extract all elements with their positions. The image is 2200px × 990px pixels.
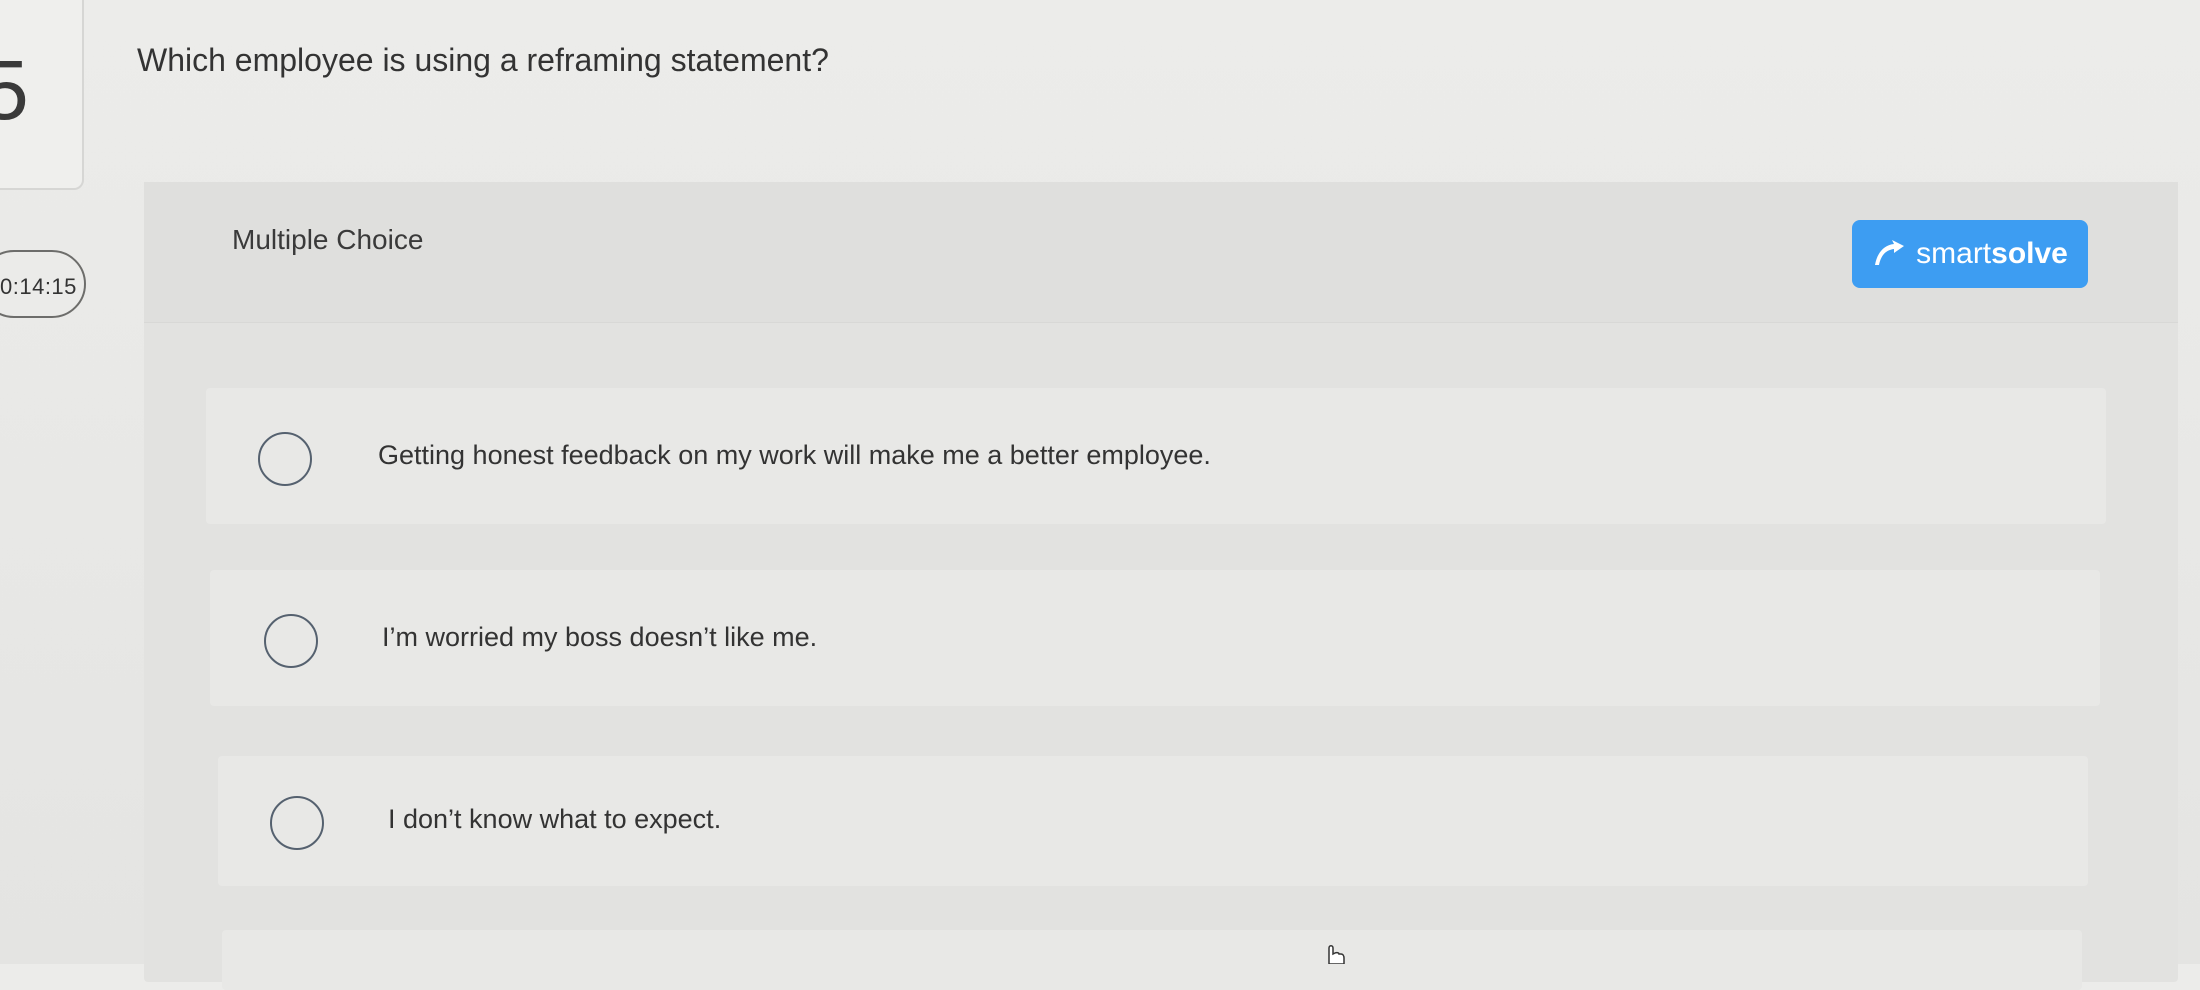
question-number: 5 xyxy=(0,43,29,137)
answer-option-text: I don’t know what to expect. xyxy=(388,804,722,834)
radio-button-icon[interactable] xyxy=(264,614,318,668)
answer-panel-header: Multiple Choice smart solve xyxy=(144,182,2178,323)
smartsolve-button[interactable]: smart solve xyxy=(1852,220,2088,288)
question-type-label: Multiple Choice xyxy=(232,224,424,255)
answer-option-text: Getting honest feedback on my work will … xyxy=(378,440,1211,470)
radio-button-icon[interactable] xyxy=(258,432,312,486)
timer-value: 0:14:15 xyxy=(0,274,77,299)
timer: 0:14:15 xyxy=(0,250,86,318)
hand-cursor-icon xyxy=(1328,945,1345,964)
answer-option-2[interactable]: I’m worried my boss doesn’t like me. xyxy=(210,570,2100,706)
answer-option-partial[interactable] xyxy=(222,930,2082,990)
smartsolve-label-bold: solve xyxy=(1991,237,2068,270)
answer-option-text: I’m worried my boss doesn’t like me. xyxy=(382,622,818,652)
smartsolve-logo-icon xyxy=(1875,240,1905,265)
question-number-card: 5 xyxy=(0,0,84,190)
answer-option-1[interactable]: Getting honest feedback on my work will … xyxy=(206,388,2106,524)
smartsolve-label-light: smart xyxy=(1916,237,1992,270)
question-prompt: Which employee is using a reframing stat… xyxy=(137,42,829,78)
radio-button-icon[interactable] xyxy=(270,796,324,850)
answer-option-3[interactable]: I don’t know what to expect. xyxy=(218,756,2088,886)
